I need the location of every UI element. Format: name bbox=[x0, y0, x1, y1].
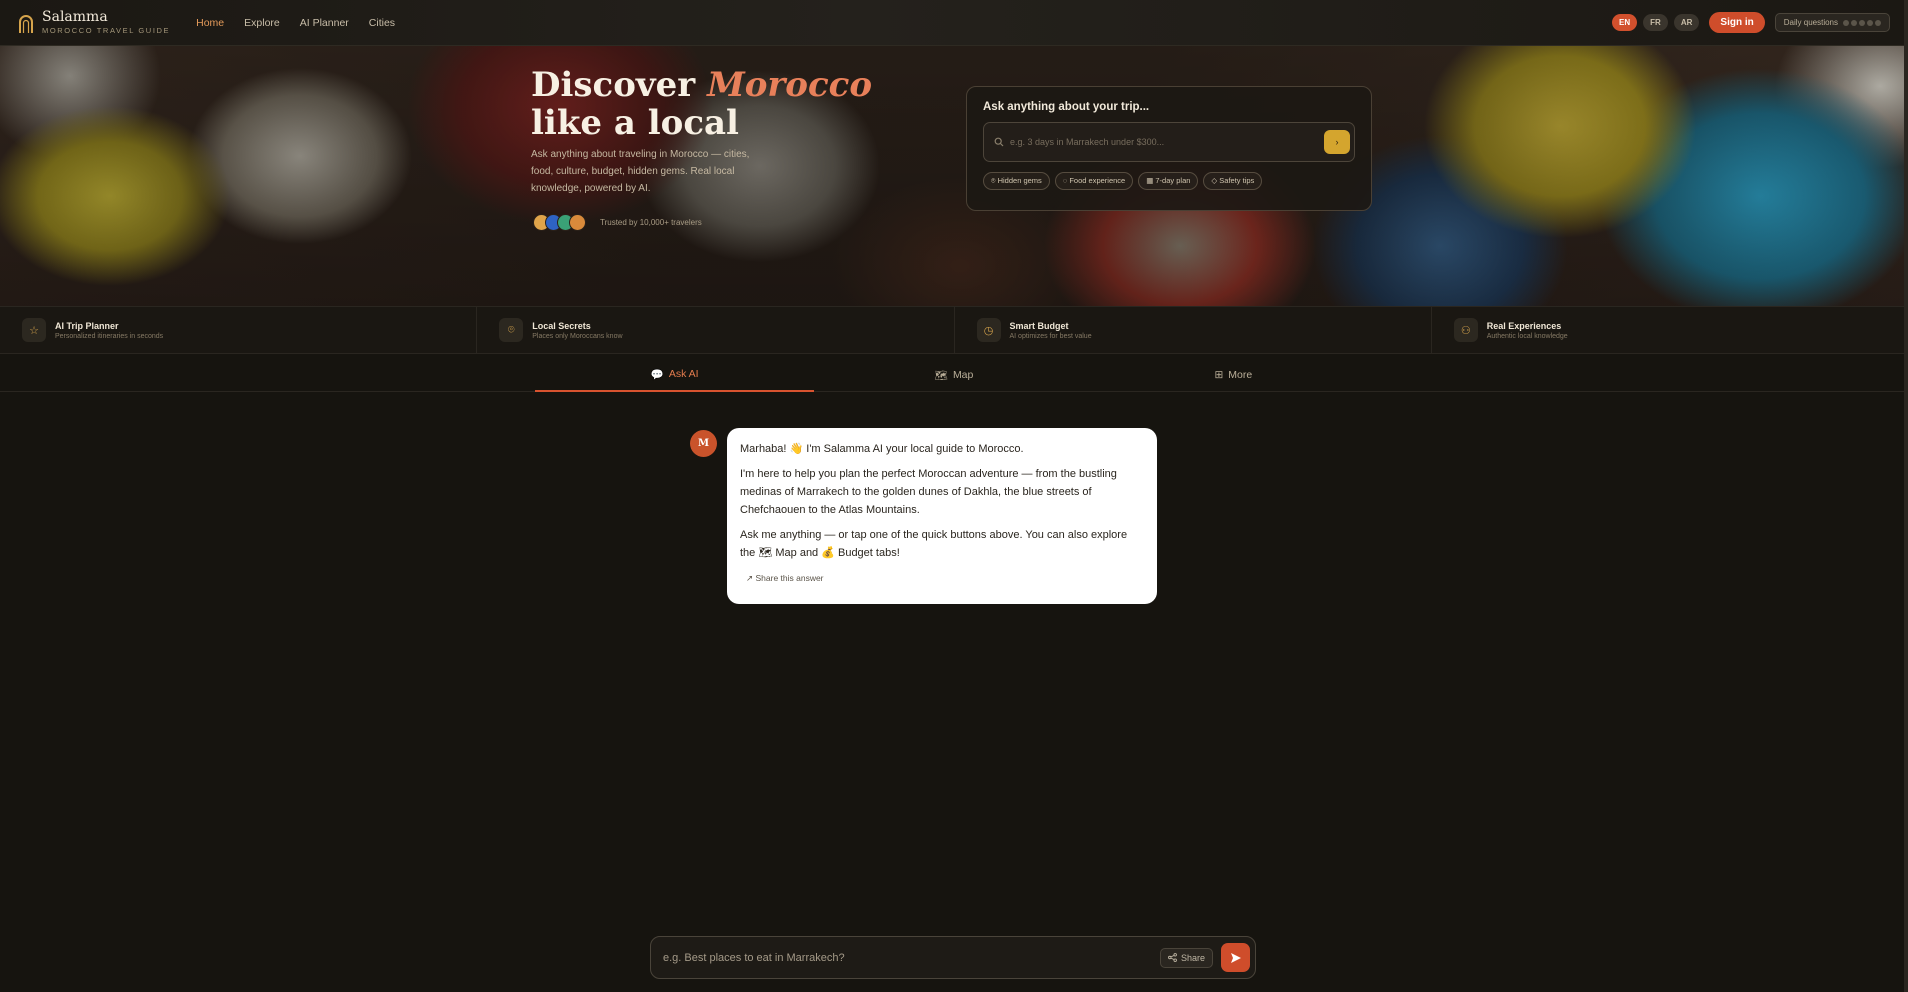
feature-real-experiences: ⚇ Real Experiences Authentic local knowl… bbox=[1432, 307, 1908, 353]
hero-title-line1: Discover bbox=[531, 65, 708, 105]
hero-background-image bbox=[0, 46, 1908, 306]
feature-subtitle: Places only Moroccans know bbox=[532, 332, 623, 340]
send-icon bbox=[1230, 952, 1241, 963]
question-dot bbox=[1843, 19, 1849, 26]
tab-ask-ai[interactable]: 💬 Ask AI bbox=[535, 358, 815, 392]
brand-tagline: MOROCCO TRAVEL GUIDE bbox=[42, 26, 171, 36]
map-icon: 🗺 bbox=[934, 369, 948, 382]
send-button[interactable] bbox=[1221, 943, 1250, 972]
chip-hidden-gems[interactable]: ⌾ Hidden gems bbox=[983, 172, 1050, 190]
nav-link-explore[interactable]: Explore bbox=[244, 17, 280, 29]
hero-title-line2: like a local bbox=[531, 103, 739, 143]
main-nav: Home Explore AI Planner Cities bbox=[196, 17, 395, 29]
chat-composer: e.g. Best places to eat in Marrakech? Sh… bbox=[650, 936, 1256, 979]
feature-subtitle: Personalized itineraries in seconds bbox=[55, 332, 164, 340]
message-paragraph: I'm here to help you plan the perfect Mo… bbox=[740, 468, 1117, 516]
brand[interactable]: Salamma MOROCCO TRAVEL GUIDE bbox=[18, 10, 170, 35]
chip-label: Safety tips bbox=[1219, 176, 1255, 185]
chat-bubble-icon: 💬 bbox=[650, 368, 664, 381]
question-dot bbox=[1851, 19, 1857, 26]
traveler-avatars bbox=[533, 214, 586, 231]
tab-map[interactable]: 🗺 Map bbox=[814, 358, 1093, 392]
daily-questions-label: Daily questions bbox=[1783, 18, 1838, 27]
hero-title-accent: Morocco bbox=[707, 65, 873, 105]
quick-chips: ⌾ Hidden gems ◌ Food experience ▦ 7-day … bbox=[983, 172, 1355, 190]
trip-question-placeholder: e.g. 3 days in Marrakech under $300... bbox=[1010, 137, 1165, 147]
share-button[interactable]: Share bbox=[1159, 947, 1213, 968]
feature-ai-trip-planner: ☆ AI Trip Planner Personalized itinerari… bbox=[0, 307, 478, 353]
share-icon bbox=[1168, 953, 1177, 962]
hero-title: Discover Morocco like a local bbox=[531, 66, 872, 142]
assistant-avatar: M bbox=[690, 430, 717, 457]
ask-trip-card: Ask anything about your trip... e.g. 3 d… bbox=[966, 86, 1372, 211]
trust-text: Trusted by 10,000+ travelers bbox=[600, 218, 702, 227]
users-icon: ⚇ bbox=[1453, 318, 1478, 342]
feature-title: AI Trip Planner bbox=[55, 320, 119, 331]
feature-smart-budget: ◷ Smart Budget AI optimizes for best val… bbox=[955, 307, 1432, 353]
chip-7-day-plan[interactable]: ▦ 7-day plan bbox=[1138, 172, 1199, 190]
feature-local-secrets: ⌾ Local Secrets Places only Moroccans kn… bbox=[477, 307, 955, 353]
chat-input[interactable]: e.g. Best places to eat in Marrakech? bbox=[663, 952, 1160, 964]
nav-actions: EN FR AR Sign in Daily questions bbox=[1612, 12, 1890, 33]
question-dot bbox=[1867, 19, 1873, 26]
hero-section: Discover Morocco like a local Ask anythi… bbox=[0, 46, 1908, 306]
message-paragraph: Ask me anything — or tap one of the quic… bbox=[740, 529, 1128, 559]
pin-icon: ⌾ bbox=[991, 176, 998, 185]
location-pin-icon: ⌾ bbox=[499, 318, 524, 342]
ask-submit-button[interactable]: › bbox=[1324, 130, 1350, 154]
share-answer-link[interactable]: ↗ Share this answer bbox=[746, 569, 1144, 587]
arrow-right-icon: › bbox=[1335, 137, 1339, 147]
top-navigation: Salamma MOROCCO TRAVEL GUIDE Home Explor… bbox=[0, 0, 1908, 46]
feature-title: Real Experiences bbox=[1486, 320, 1562, 331]
chip-label: 7-day plan bbox=[1155, 176, 1191, 185]
trip-question-input[interactable]: e.g. 3 days in Marrakech under $300... › bbox=[983, 122, 1355, 162]
assistant-message: Marhaba! 👋 I'm Salamma AI your local gui… bbox=[727, 428, 1157, 604]
grid-icon: ⊞ bbox=[1214, 369, 1224, 381]
lang-en-button[interactable]: EN bbox=[1612, 14, 1638, 31]
tab-label: More bbox=[1228, 369, 1253, 381]
chip-label: Food experience bbox=[1069, 176, 1126, 185]
ask-card-title: Ask anything about your trip... bbox=[983, 101, 1150, 113]
lang-fr-button[interactable]: FR bbox=[1643, 14, 1668, 31]
tab-label: Ask AI bbox=[668, 368, 699, 380]
calendar-icon: ▦ bbox=[1146, 176, 1156, 185]
feature-subtitle: AI optimizes for best value bbox=[1009, 332, 1092, 340]
star-icon: ☆ bbox=[22, 318, 46, 342]
nav-link-cities[interactable]: Cities bbox=[369, 17, 395, 29]
feature-subtitle: Authentic local knowledge bbox=[1486, 332, 1568, 340]
search-icon bbox=[994, 137, 1004, 147]
question-dot bbox=[1859, 19, 1865, 26]
chip-food-experience[interactable]: ◌ Food experience bbox=[1054, 172, 1134, 190]
share-label: Share bbox=[1180, 952, 1205, 963]
hero-subtitle: Ask anything about traveling in Morocco … bbox=[531, 149, 750, 194]
chip-label: Hidden gems bbox=[997, 176, 1042, 185]
tab-more[interactable]: ⊞ More bbox=[1094, 358, 1373, 392]
trust-row: Trusted by 10,000+ travelers bbox=[533, 214, 702, 231]
tab-label: Map bbox=[952, 369, 974, 381]
lang-ar-button[interactable]: AR bbox=[1673, 14, 1700, 31]
daily-questions-dots bbox=[1843, 19, 1881, 26]
content-tabs: 💬 Ask AI 🗺 Map ⊞ More bbox=[535, 358, 1373, 392]
question-dot bbox=[1875, 19, 1881, 26]
avatar bbox=[569, 214, 586, 231]
nav-link-ai-planner[interactable]: AI Planner bbox=[300, 17, 349, 29]
arch-logo-icon bbox=[19, 14, 33, 33]
chip-safety-tips[interactable]: ◇ Safety tips bbox=[1203, 172, 1263, 190]
daily-questions-indicator: Daily questions bbox=[1774, 13, 1890, 32]
brand-name: Salamma bbox=[42, 9, 108, 26]
sign-in-button[interactable]: Sign in bbox=[1709, 12, 1765, 33]
nav-link-home[interactable]: Home bbox=[196, 17, 224, 29]
scrollbar[interactable] bbox=[1904, 0, 1908, 992]
feature-title: Local Secrets bbox=[532, 320, 591, 331]
message-paragraph: Marhaba! 👋 I'm Salamma AI your local gui… bbox=[740, 443, 1024, 455]
features-strip: ☆ AI Trip Planner Personalized itinerari… bbox=[0, 306, 1908, 354]
feature-title: Smart Budget bbox=[1009, 320, 1069, 331]
clock-icon: ◷ bbox=[976, 318, 1001, 342]
